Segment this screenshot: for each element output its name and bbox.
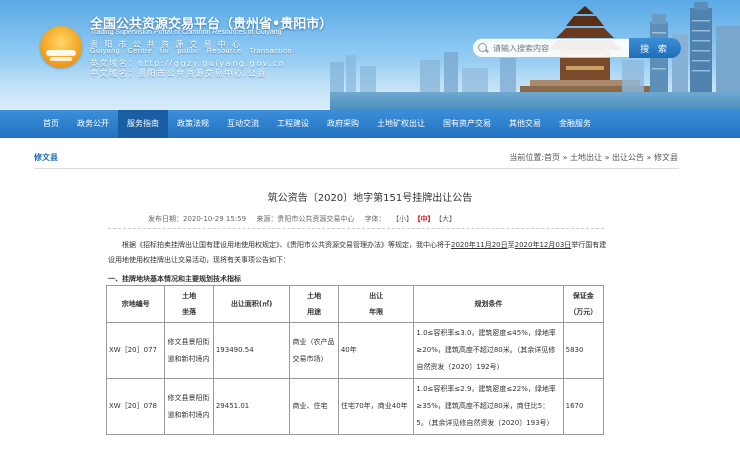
col-header-lot-number: 宗地编号 [105, 285, 166, 323]
nav-item-construction[interactable]: 工程建设 [268, 110, 318, 138]
col-header-area: 出让面积(㎡) [212, 285, 291, 323]
cell-deposit: 5830 [562, 322, 605, 379]
col-header-land-use: 土地 用途 [289, 285, 339, 323]
site-logo[interactable] [40, 26, 82, 68]
publish-date: 发布日期：2020-10-29 15:59 [148, 215, 247, 223]
cell-deposit: 1670 [562, 378, 605, 435]
cell-land-use: 商业、住宅 [289, 378, 339, 435]
table-row: XW［20］077 修文县景阳街道和新村境内 193490.54 商业（农产品交… [105, 322, 605, 379]
start-date: 2020年11月20日 [451, 241, 508, 249]
river-illustration [330, 92, 740, 110]
font-large-button[interactable]: 【大】 [439, 215, 457, 223]
cell-area: 29451.01 [212, 378, 291, 435]
header-banner: 全国公共资源交易平台（贵州省•贵阳市） Trading Supervision … [0, 0, 740, 110]
col-header-planning: 规划条件 [413, 285, 564, 323]
nav-item-home[interactable]: 首页 [34, 110, 68, 138]
meta-divider [108, 228, 604, 229]
cell-location: 修文县景阳街道和新村境内 [164, 378, 214, 435]
main-nav: 首页 政务公开 服务指南 政策法规 互动交流 工程建设 政府采购 土地矿权出让 … [0, 110, 740, 138]
nav-item-gov-affairs[interactable]: 政务公开 [68, 110, 118, 138]
col-header-location-text: 土地 坐落 [182, 292, 197, 316]
intro-to: 至 [507, 241, 515, 249]
font-size-label: 字体： [364, 215, 386, 223]
end-date: 2020年12月03日 [514, 241, 572, 249]
article-title: 筑公资告〔2020〕地字第151号挂牌出让公告 [267, 193, 473, 204]
nav-item-finance[interactable]: 金融服务 [550, 110, 600, 138]
nav-item-interaction[interactable]: 互动交流 [218, 110, 268, 138]
table-header-row: 宗地编号 土地 坐落 出让面积(㎡) 土地 用途 出让 年限 规划条件 保证金 … [105, 285, 605, 323]
cell-area: 193490.54 [212, 322, 291, 379]
nav-item-other-trade[interactable]: 其他交易 [500, 110, 550, 138]
col-header-land-use-text: 土地 用途 [307, 292, 322, 316]
cell-term: 40年 [337, 322, 415, 379]
breadcrumb-bar: 修文县 当前位置:首页 » 土地出让 » 出让公告 » 修文县 [0, 150, 740, 166]
nav-item-policies[interactable]: 政策法规 [168, 110, 218, 138]
col-header-deposit: 保证金 （万元） [562, 285, 605, 323]
chinese-domain: 中文域名：贵阳市公共资源交易中心.公益 [90, 69, 267, 78]
nav-item-procurement[interactable]: 政府采购 [318, 110, 368, 138]
search-button[interactable]: 搜 索 [629, 38, 681, 58]
col-header-term: 出让 年限 [337, 285, 415, 323]
search-bar: 搜 索 [472, 38, 682, 58]
col-header-term-text: 出让 年限 [369, 292, 384, 316]
search-icon [478, 43, 487, 52]
nav-item-land-mining[interactable]: 土地矿权出让 [368, 110, 434, 138]
breadcrumb[interactable]: 当前位置:首页 » 土地出让 » 出让公告 » 修文县 [509, 152, 678, 163]
cell-term: 住宅70年，商业40年 [337, 378, 415, 435]
table-row: XW［20］078 修文县景阳街道和新村境内 29451.01 商业、住宅 住宅… [105, 378, 605, 435]
section-title: 修文县 [34, 153, 58, 162]
cell-planning: 1.0≤容积率≤3.0，建筑密度≤45%，绿地率≥20%，建筑高度不超过80米。… [413, 322, 564, 379]
intro-paragraph: 根据《招标拍卖挂牌出让国有建设用地使用权规定》、《贵阳市公共资源交易管理办法》等… [108, 238, 608, 268]
font-small-button[interactable]: 【小】 [396, 215, 414, 223]
intro-text-1: 根据《招标拍卖挂牌出让国有建设用地使用权规定》、《贵阳市公共资源交易管理办法》等… [122, 241, 451, 249]
center-name-en: Guiyang Centre for public Resource Trans… [90, 48, 293, 55]
cell-lot-number: XW［20］078 [105, 378, 166, 435]
article-meta: 发布日期：2020-10-29 15:59 来源：贵阳市公共资源交易中心 字体：… [148, 214, 466, 224]
land-lots-table: 宗地编号 土地 坐落 出让面积(㎡) 土地 用途 出让 年限 规划条件 保证金 … [105, 285, 605, 435]
cell-lot-number: XW［20］077 [105, 322, 166, 379]
cell-location: 修文县景阳街道和新村境内 [164, 322, 214, 379]
nav-item-state-assets[interactable]: 国有资产交易 [434, 110, 500, 138]
site-title-en: Trading Supervision Portal of Common Res… [90, 29, 282, 36]
col-header-deposit-text: 保证金 （万元） [569, 292, 598, 316]
font-size-control: 字体： 【小】 【中】 【大】 [365, 215, 459, 223]
nav-item-service-guide[interactable]: 服务指南 [118, 110, 168, 138]
section-heading: 一、挂牌地块基本情况和主要规划技术指标 [108, 275, 241, 283]
font-medium-button[interactable]: 【中】 [417, 215, 435, 223]
cell-planning: 1.0≤容积率≤2.9，建筑密度≤22%，绿地率≥35%，建筑高度不超过80米，… [413, 378, 564, 435]
search-input[interactable] [472, 38, 630, 58]
divider [34, 168, 679, 169]
article-source: 来源：贵阳市公共资源交易中心 [256, 215, 355, 223]
col-header-location: 土地 坐落 [164, 285, 214, 323]
cell-land-use: 商业（农产品交易市场） [289, 322, 339, 379]
